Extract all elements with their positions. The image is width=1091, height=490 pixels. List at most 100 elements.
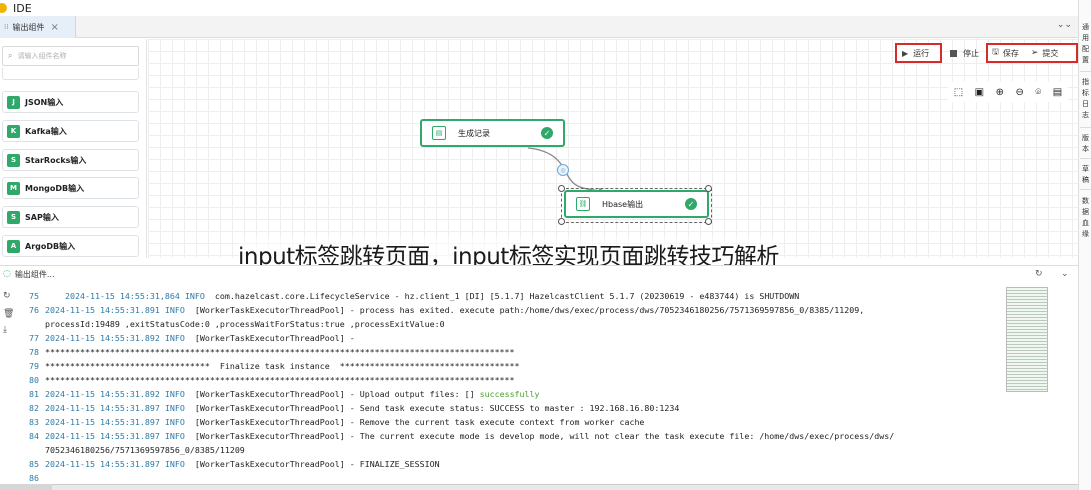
tab-bar: ⁞⁞ 输出组件 × ⌄⌄	[0, 16, 1078, 38]
log-message: [WorkerTaskExecutorThreadPool] - Send ta…	[184, 403, 680, 413]
component-label: ArgoDB输入	[25, 241, 76, 251]
resize-handle[interactable]	[705, 218, 712, 225]
panel-tab-version[interactable]: 版本	[1079, 133, 1091, 155]
line-number: 79	[29, 361, 39, 371]
search-icon: ⌕	[8, 51, 13, 60]
divider	[1080, 127, 1091, 128]
panel-tab-general-config[interactable]: 通用配置	[1079, 22, 1091, 66]
panel-tab-draft[interactable]: 草稿	[1079, 164, 1091, 186]
resize-handle[interactable]	[558, 218, 565, 225]
log-line: 85 2024-11-15 14:55:31.897 INFO [WorkerTa…	[16, 457, 1006, 471]
log-timestamp: 2024-11-15 14:55:31.897	[45, 431, 160, 441]
status-bar	[0, 484, 1078, 490]
log-message: [WorkerTaskExecutorThreadPool] - Upload …	[184, 389, 480, 399]
log-level: INFO	[164, 333, 185, 343]
download-icon[interactable]: ⤓	[3, 325, 7, 335]
component-item-json[interactable]: J JSON输入	[2, 91, 139, 113]
component-item-mongodb[interactable]: M MongoDB输入	[2, 177, 139, 199]
edge-midpoint-icon[interactable]: ◎	[557, 164, 569, 176]
log-line: 76 2024-11-15 14:55:31.891 INFO [WorkerTa…	[16, 303, 1006, 317]
component-sidebar: ⌕ 请输入组件名称 J JSON输入 K Kafka输入 S StarRocks…	[0, 39, 147, 258]
loading-spinner-icon: ◌	[3, 269, 11, 279]
refresh-icon[interactable]: ↻	[1035, 269, 1043, 279]
close-icon[interactable]: ×	[50, 22, 58, 33]
log-line-continuation: 7052346180256/7571369597856_0/8385/11209	[16, 443, 1006, 457]
chevron-double-down-icon[interactable]: ⌄⌄	[1057, 20, 1072, 30]
collapse-icon[interactable]: ⌄	[1061, 269, 1069, 279]
line-number: 78	[29, 347, 39, 357]
app-title: IDE	[13, 1, 32, 15]
log-panel-title: 输出组件...	[14, 269, 55, 279]
log-level: INFO	[164, 431, 185, 441]
search-placeholder: 请输入组件名称	[17, 52, 67, 60]
line-number: 84	[29, 431, 39, 441]
kafka-icon: K	[7, 124, 20, 138]
sap-icon: S	[7, 210, 20, 224]
title-bar: IDE	[0, 0, 1078, 16]
line-number: 76	[29, 305, 39, 315]
hbase-icon: ⛓	[576, 197, 590, 211]
line-number: 81	[29, 389, 39, 399]
component-item-sap[interactable]: S SAP输入	[2, 206, 139, 228]
component-label: Kafka输入	[25, 126, 67, 136]
minimap-viewport[interactable]	[1006, 287, 1048, 392]
component-search-input[interactable]: ⌕ 请输入组件名称	[2, 46, 139, 66]
log-line: 82 2024-11-15 14:55:31.897 INFO [WorkerTa…	[16, 401, 1006, 415]
panel-tab-lineage[interactable]: 数据血缘	[1079, 196, 1091, 240]
line-number: 80	[29, 375, 39, 385]
component-label: SAP输入	[25, 212, 59, 222]
delete-icon[interactable]: 🗑	[3, 309, 14, 319]
log-message: [WorkerTaskExecutorThreadPool] - process…	[184, 305, 865, 315]
log-line: 83 2024-11-15 14:55:31.897 INFO [WorkerTa…	[16, 415, 1006, 429]
log-message: ****************************************…	[45, 347, 515, 357]
check-circle-icon: ✓	[685, 198, 697, 210]
log-output[interactable]: 75 2024-11-15 14:55:31,864 INFO com.haze…	[16, 287, 1006, 484]
tab-label: 输出组件	[12, 22, 45, 32]
log-level: INFO	[184, 291, 205, 301]
log-line: 84 2024-11-15 14:55:31.897 INFO [WorkerTa…	[16, 429, 1006, 443]
resize-handle[interactable]	[705, 185, 712, 192]
log-line-continuation: processId:19489 ,exitStatusCode:0 ,proce…	[16, 317, 1006, 331]
log-success-text: successfully	[479, 389, 540, 399]
starrocks-icon: S	[7, 153, 20, 167]
log-level: INFO	[164, 305, 185, 315]
panel-tab-label: 数据血缘	[1082, 197, 1089, 238]
mongodb-icon: M	[7, 181, 20, 195]
log-line: 86	[16, 471, 1006, 484]
divider	[1080, 158, 1091, 159]
flow-canvas[interactable]: ▶ 运行 停止 🖫 保存 ➢ 提交 ⬚ ▣ ⊕ ⊖ ⌾ ▤ ▤ 生成记录 ✓ ◎…	[148, 39, 1078, 258]
node-generate-records[interactable]: ▤ 生成记录 ✓	[420, 119, 565, 147]
component-item-kafka[interactable]: K Kafka输入	[2, 120, 139, 142]
log-level: INFO	[164, 417, 185, 427]
line-number: 83	[29, 417, 39, 427]
log-message: com.hazelcast.core.LifecycleService - hz…	[204, 291, 800, 301]
divider	[1080, 71, 1091, 72]
json-icon: J	[7, 95, 20, 109]
line-number: 77	[29, 333, 39, 343]
log-line: 75 2024-11-15 14:55:31,864 INFO com.haze…	[16, 289, 1006, 303]
node-hbase-output[interactable]: ⛓ Hbase输出 ✓	[564, 190, 709, 218]
right-side-panel: 通用配置 指标日志 版本 草稿 数据血缘	[1078, 0, 1091, 490]
ide-window: IDE ⁞⁞ 输出组件 × ⌄⌄ 通用配置 指标日志 版本 草稿 数据血缘 ⌕ …	[0, 0, 1091, 490]
list-item-partial	[2, 68, 139, 80]
log-line: 80 **************************************…	[16, 373, 1006, 387]
panel-tab-label: 指标日志	[1082, 78, 1089, 119]
log-timestamp: 2024-11-15 14:55:31.892	[45, 389, 160, 399]
line-number: 75	[29, 291, 39, 301]
log-line: 79 ********************************* Fina…	[16, 359, 1006, 373]
resize-handle[interactable]	[558, 185, 565, 192]
component-label: MongoDB输入	[25, 183, 85, 193]
log-line: 78 **************************************…	[16, 345, 1006, 359]
log-timestamp: 2024-11-15 14:55:31,864	[45, 291, 180, 301]
argodb-icon: A	[7, 239, 20, 253]
status-bar-tab[interactable]	[0, 484, 52, 490]
panel-tab-metric-log[interactable]: 指标日志	[1079, 77, 1091, 121]
component-item-starrocks[interactable]: S StarRocks输入	[2, 149, 139, 171]
reload-icon[interactable]: ↻	[3, 291, 11, 301]
component-label: StarRocks输入	[25, 155, 87, 165]
log-level: INFO	[164, 389, 185, 399]
app-logo-icon	[0, 3, 7, 13]
component-item-argodb[interactable]: A ArgoDB输入	[2, 235, 139, 257]
log-level: INFO	[164, 459, 185, 469]
tab-output-component[interactable]: ⁞⁞ 输出组件 ×	[0, 16, 76, 38]
